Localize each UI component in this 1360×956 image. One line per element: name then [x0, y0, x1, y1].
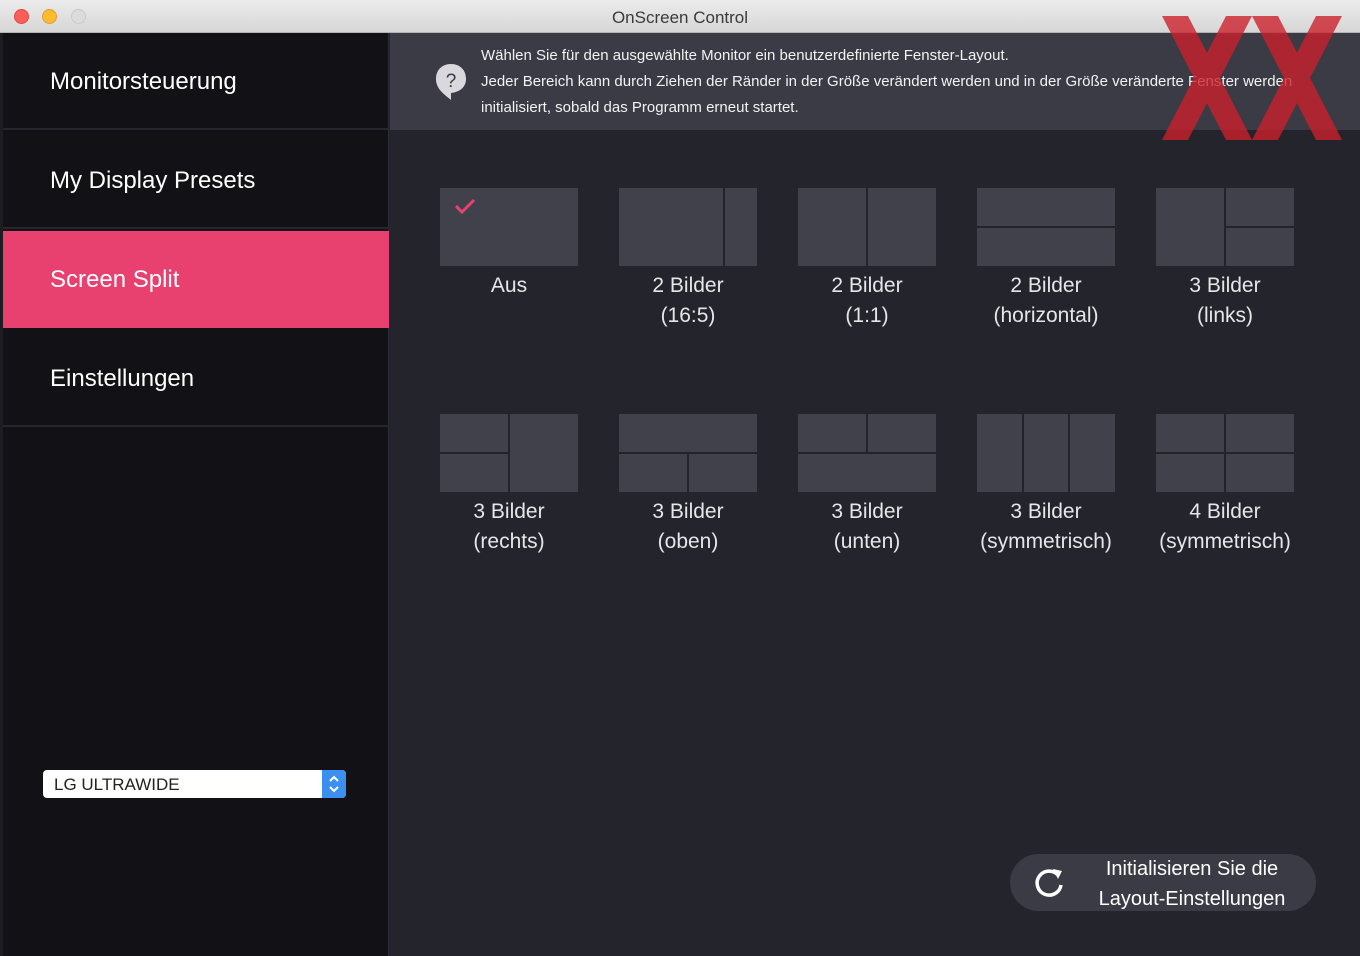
layout-label-line1: 3 Bilder — [1010, 500, 1082, 523]
layout-label: 3 Bilder (oben) — [598, 497, 778, 557]
layout-option-3-bilder-unten[interactable]: 3 Bilder (unten) — [777, 414, 957, 564]
layout-thumbnail — [977, 188, 1115, 266]
sidebar-item-einstellungen[interactable]: Einstellungen — [3, 330, 389, 427]
reset-label-line2: Layout-Einstellungen — [1098, 888, 1286, 910]
layout-label-line1: 3 Bilder — [1189, 274, 1261, 297]
layout-option-3-bilder-symmetrisch[interactable]: 3 Bilder (symmetrisch) — [956, 414, 1136, 564]
checkmark-icon — [454, 198, 476, 219]
monitor-select[interactable]: LG ULTRAWIDE — [43, 770, 346, 798]
sidebar-item-monitorsteuerung[interactable]: Monitorsteuerung — [3, 33, 389, 130]
layout-label-line1: 4 Bilder — [1189, 500, 1261, 523]
layout-label-line2: (symmetrisch) — [1159, 530, 1291, 553]
layout-option-3-bilder-oben[interactable]: 3 Bilder (oben) — [598, 414, 778, 564]
layout-thumbnail — [1156, 188, 1294, 266]
layout-label-line2: (1:1) — [845, 304, 889, 327]
layout-thumbnail — [1156, 414, 1294, 492]
layout-option-2-bilder-16-5[interactable]: 2 Bilder (16:5) — [598, 188, 778, 338]
layout-label: Aus — [419, 271, 599, 301]
layout-label: 2 Bilder (16:5) — [598, 271, 778, 331]
layout-label-line1: Aus — [490, 274, 528, 297]
watermark-logo — [1162, 16, 1342, 145]
layout-option-2-bilder-horizontal[interactable]: 2 Bilder (horizontal) — [956, 188, 1136, 338]
layout-label: 3 Bilder (unten) — [777, 497, 957, 557]
layout-thumbnail — [798, 414, 936, 492]
layout-thumbnail — [440, 414, 578, 492]
layout-label-line2: (unten) — [833, 530, 901, 553]
layout-label: 4 Bilder (symmetrisch) — [1135, 497, 1315, 557]
layout-label: 3 Bilder (symmetrisch) — [956, 497, 1136, 557]
layout-label: 3 Bilder (links) — [1135, 271, 1315, 331]
layout-label: 3 Bilder (rechts) — [419, 497, 599, 557]
refresh-icon — [1031, 865, 1067, 906]
layout-thumbnail — [619, 414, 757, 492]
layout-label-line1: 2 Bilder — [1010, 274, 1082, 297]
layout-label-line1: 2 Bilder — [652, 274, 724, 297]
layout-label-line1: 3 Bilder — [831, 500, 903, 523]
layout-option-3-bilder-links[interactable]: 3 Bilder (links) — [1135, 188, 1315, 338]
layout-label: 2 Bilder (1:1) — [777, 271, 957, 331]
sidebar-item-screen-split[interactable]: Screen Split — [3, 231, 389, 328]
title-bar: OnScreen Control — [0, 0, 1360, 33]
sidebar-item-my-display-presets[interactable]: My Display Presets — [3, 132, 389, 229]
layout-thumbnail — [977, 414, 1115, 492]
layout-label-line2: (16:5) — [660, 304, 716, 327]
layout-label-line2: (horizontal) — [993, 304, 1099, 327]
layout-label-line1: 3 Bilder — [652, 500, 724, 523]
layout-label-line1: 2 Bilder — [831, 274, 903, 297]
sidebar: Monitorsteuerung My Display Presets Scre… — [0, 33, 389, 956]
layout-thumbnail — [440, 188, 578, 266]
layout-thumbnail — [798, 188, 936, 266]
help-icon[interactable]: ? — [433, 62, 469, 107]
layout-label: 2 Bilder (horizontal) — [956, 271, 1136, 331]
window-title: OnScreen Control — [611, 8, 749, 27]
svg-text:?: ? — [446, 71, 457, 92]
layout-option-3-bilder-rechts[interactable]: 3 Bilder (rechts) — [419, 414, 599, 564]
layout-label-line2: (symmetrisch) — [980, 530, 1112, 553]
reset-label-line1: Initialisieren Sie die — [1105, 858, 1279, 880]
layout-label-line2: (links) — [1197, 304, 1253, 327]
reset-label: Initialisieren Sie die Layout-Einstellun… — [1084, 854, 1300, 914]
layout-thumbnail — [619, 188, 757, 266]
layout-option-4-bilder-symmetrisch[interactable]: 4 Bilder (symmetrisch) — [1135, 414, 1315, 564]
reset-layout-button[interactable]: Initialisieren Sie die Layout-Einstellun… — [1010, 854, 1316, 911]
layout-label-line2: (rechts) — [473, 530, 545, 553]
layout-option-2-bilder-1-1[interactable]: 2 Bilder (1:1) — [777, 188, 957, 338]
monitor-select-value: LG ULTRAWIDE — [54, 775, 180, 794]
layout-label-line1: 3 Bilder — [473, 500, 545, 523]
layout-label-line2: (oben) — [657, 530, 719, 553]
layout-option-aus[interactable]: Aus — [419, 188, 599, 338]
select-stepper-icon[interactable] — [322, 770, 346, 798]
